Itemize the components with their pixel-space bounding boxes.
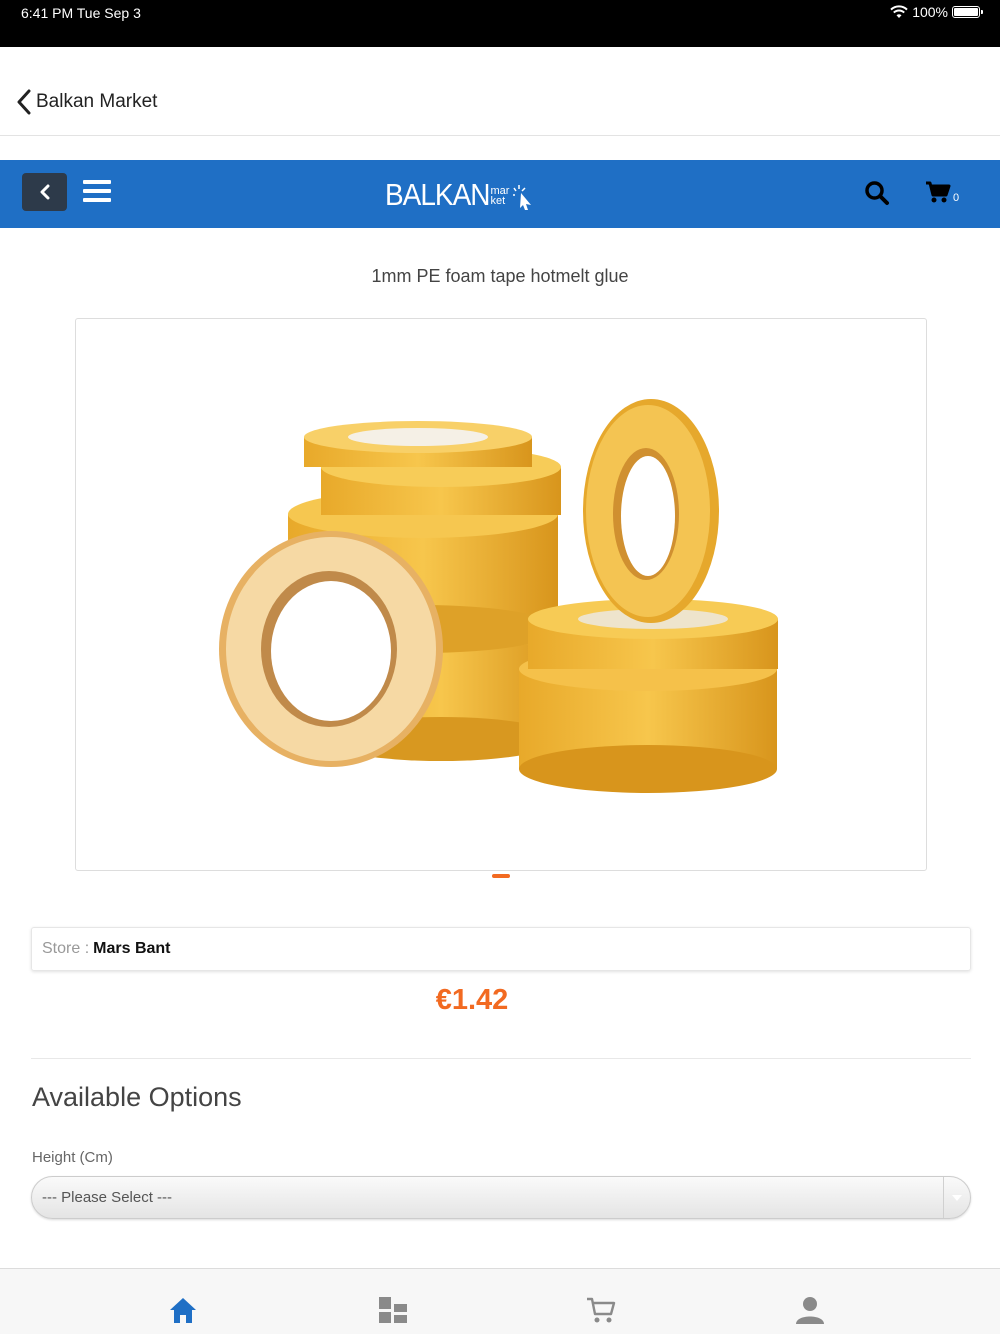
chevron-left-icon: [40, 184, 49, 200]
battery-percent: 100%: [912, 4, 948, 20]
product-price: €1.42: [435, 984, 509, 1016]
options-heading: Available Options: [32, 1082, 242, 1112]
header-cart-button[interactable]: 0: [925, 180, 959, 204]
status-bar: 6:41 PM Tue Sep 3 100%: [0, 0, 1000, 47]
header-back-button[interactable]: [22, 173, 67, 211]
user-icon: [796, 1297, 824, 1324]
search-icon: [865, 181, 889, 205]
chevron-left-icon: [17, 89, 31, 115]
app-header: BALKAN mar ket 0: [0, 160, 1000, 228]
cart-count: 0: [953, 192, 960, 204]
cart-icon: [926, 181, 951, 203]
cursor-sparkle-icon: [512, 185, 531, 210]
product-image[interactable]: [75, 318, 927, 871]
height-select-value: --- Please Select ---: [42, 1189, 173, 1206]
balkan-market-logo[interactable]: BALKAN mar ket: [385, 175, 535, 215]
status-time: 6:41 PM Tue Sep 3: [21, 5, 141, 21]
home-icon: [170, 1298, 196, 1323]
height-select[interactable]: --- Please Select ---: [31, 1176, 971, 1219]
menu-icon-bar: [83, 198, 111, 202]
wifi-icon: [890, 5, 908, 18]
menu-icon-bar: [83, 180, 111, 184]
height-option-label: Height (Cm): [32, 1149, 113, 1166]
search-button[interactable]: [864, 180, 890, 206]
top-navigation: Balkan Market: [0, 47, 1000, 136]
tab-categories[interactable]: [376, 1293, 410, 1327]
logo-subtext: mar ket: [490, 185, 510, 207]
store-info[interactable]: Store : Mars Bant: [31, 927, 971, 971]
tab-home[interactable]: [166, 1293, 200, 1327]
tab-account[interactable]: [793, 1293, 827, 1327]
bottom-tab-bar: [0, 1268, 1000, 1334]
tape-rolls-image: [219, 399, 778, 793]
status-indicators: 100%: [890, 4, 983, 20]
caret-down-icon: [952, 1194, 962, 1201]
menu-icon-bar: [83, 189, 111, 193]
back-label: Balkan Market: [36, 91, 158, 112]
product-title: 1mm PE foam tape hotmelt glue: [371, 266, 629, 286]
logo-text: BALKAN: [385, 177, 490, 212]
store-name[interactable]: Mars Bant: [93, 940, 170, 958]
back-button[interactable]: Balkan Market: [16, 89, 157, 115]
carousel-indicator[interactable]: [492, 874, 510, 878]
divider: [31, 1058, 971, 1059]
store-label: Store :: [42, 940, 90, 957]
battery-icon: [952, 6, 983, 18]
select-arrow[interactable]: [943, 1177, 970, 1218]
tab-cart[interactable]: [584, 1293, 618, 1327]
categories-icon: [379, 1297, 407, 1323]
cart-icon: [587, 1297, 616, 1323]
menu-button[interactable]: [83, 178, 111, 204]
